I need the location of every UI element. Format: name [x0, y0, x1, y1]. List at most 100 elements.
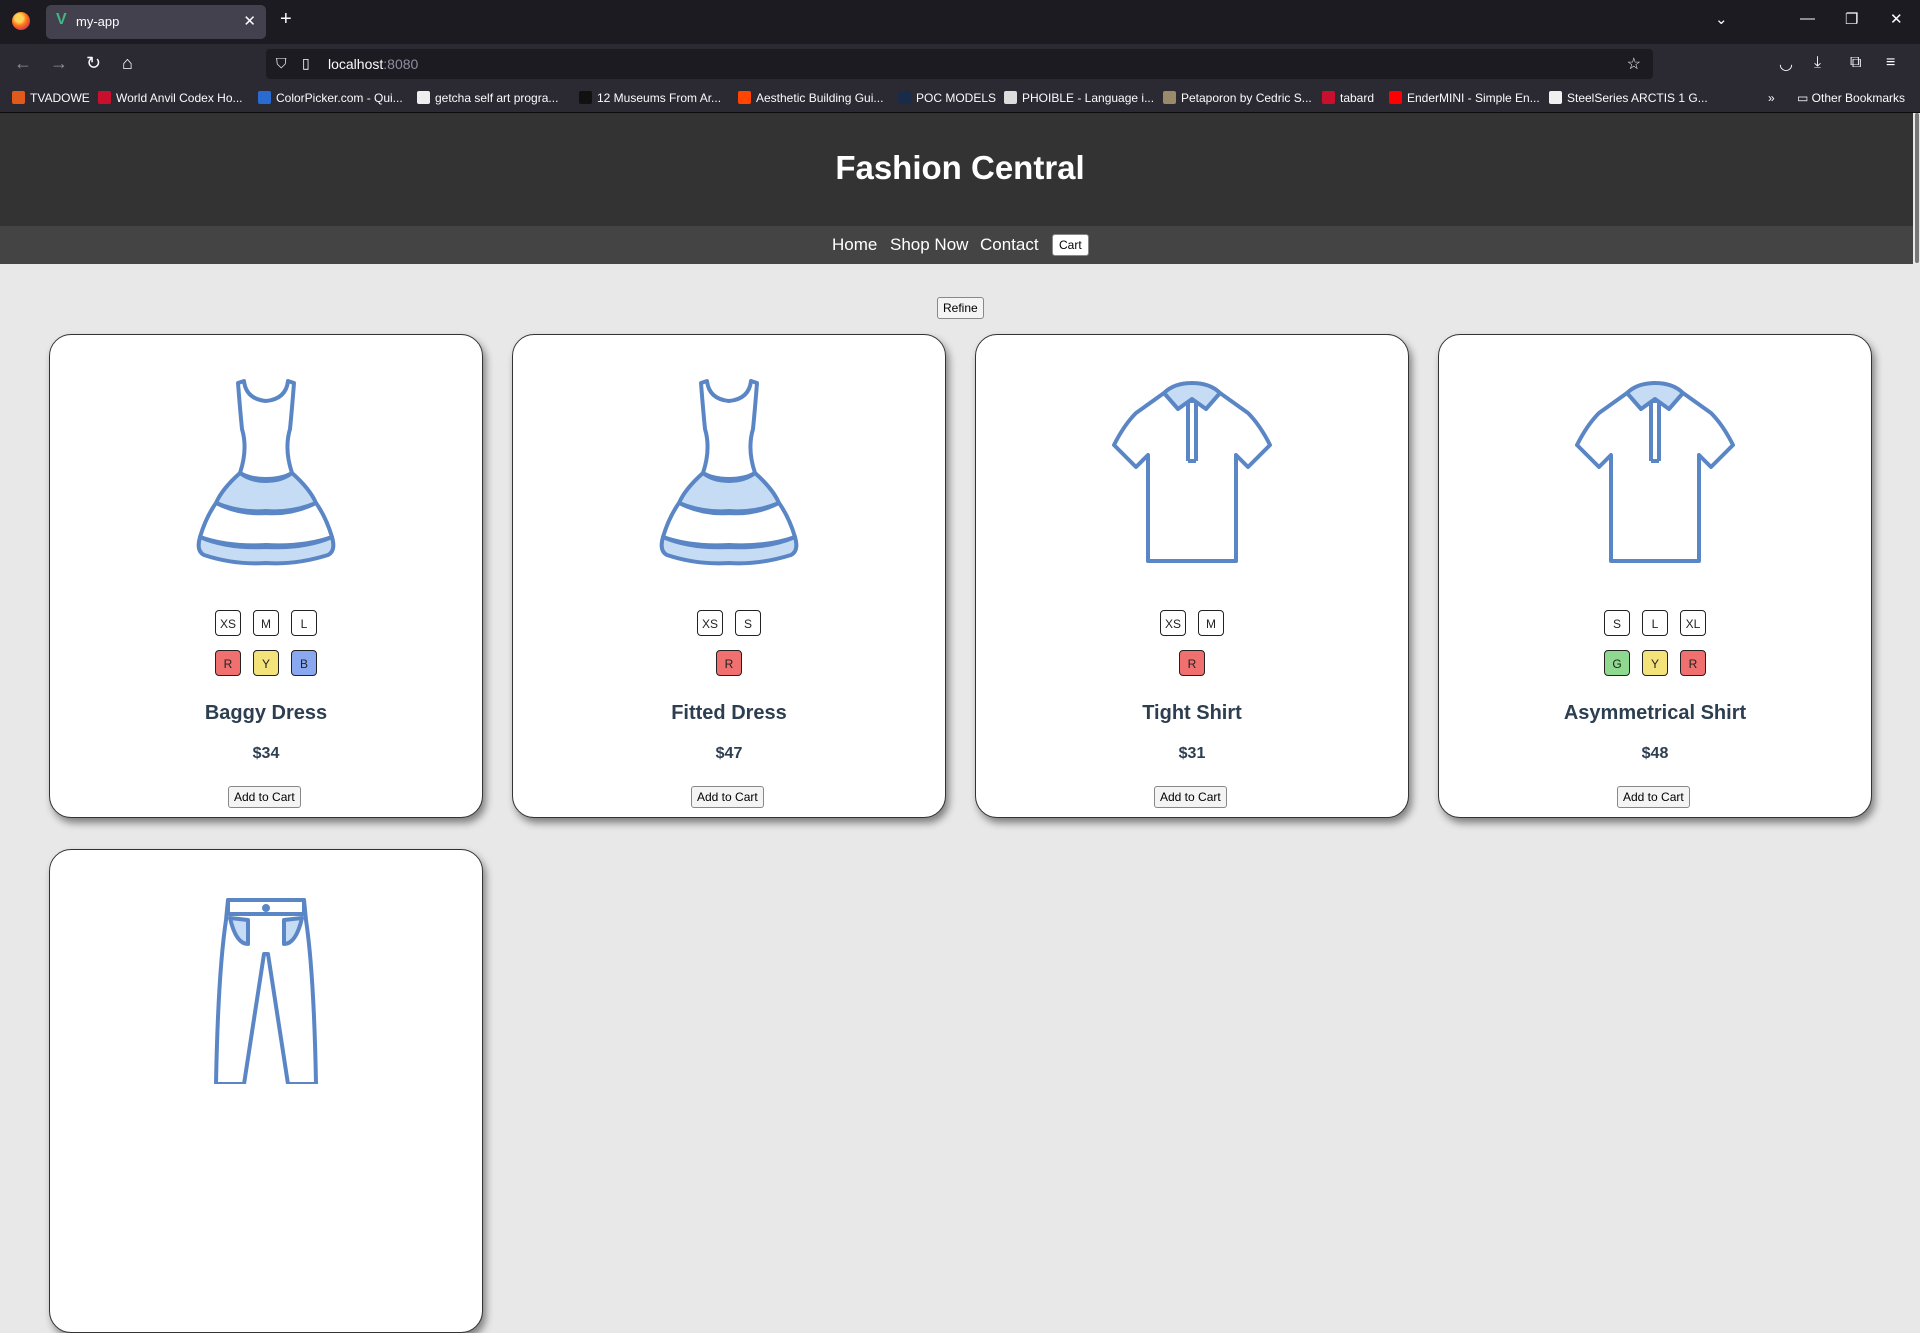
bookmark-favicon [12, 91, 25, 104]
bookmark-item[interactable]: getcha self art progra... [417, 91, 558, 105]
bookmark-item[interactable]: Petaporon by Cedric S... [1163, 91, 1312, 105]
color-chip[interactable]: R [716, 650, 742, 676]
product-price: $48 [1641, 745, 1669, 762]
site-title: Fashion Central [835, 149, 1085, 186]
color-options: R [976, 650, 1408, 676]
size-chip[interactable]: S [1604, 610, 1630, 636]
nav-shop-now[interactable]: Shop Now [890, 235, 968, 255]
color-chip[interactable]: Y [1642, 650, 1668, 676]
list-tabs-icon[interactable]: ⌄ [1715, 10, 1728, 28]
add-to-cart-button[interactable]: Add to Cart [1617, 786, 1690, 808]
bookmark-favicon [579, 91, 592, 104]
page-icon[interactable]: ▯ [302, 55, 310, 72]
pocket-icon[interactable]: ◡ [1779, 54, 1793, 74]
other-bookmarks[interactable]: ▭ Other Bookmarks [1797, 91, 1905, 105]
size-chip[interactable]: M [253, 610, 279, 636]
add-to-cart-button[interactable]: Add to Cart [691, 786, 764, 808]
url-text[interactable]: localhost:8080 [328, 56, 418, 72]
scrollbar[interactable] [1913, 113, 1920, 1040]
bookmark-favicon [98, 91, 111, 104]
firefox-icon[interactable] [12, 12, 30, 30]
extensions-icon[interactable]: ⧉ [1850, 54, 1861, 72]
bookmark-favicon [1549, 91, 1562, 104]
size-chip[interactable]: M [1198, 610, 1224, 636]
home-icon[interactable]: ⌂ [122, 53, 133, 74]
bookmark-favicon [258, 91, 271, 104]
more-bookmarks-icon[interactable]: » [1768, 91, 1775, 105]
bookmark-item[interactable]: TVADOWE [12, 91, 90, 105]
close-tab-icon[interactable]: ✕ [243, 12, 256, 30]
color-chip[interactable]: R [1179, 650, 1205, 676]
add-to-cart-button[interactable]: Add to Cart [1154, 786, 1227, 808]
browser-tab[interactable]: V my-app ✕ [46, 5, 266, 39]
nav-home[interactable]: Home [832, 235, 877, 255]
product-price: $31 [1178, 745, 1206, 762]
color-chip[interactable]: B [291, 650, 317, 676]
bookmark-item[interactable]: Aesthetic Building Gui... [738, 91, 883, 105]
color-chip[interactable]: Y [253, 650, 279, 676]
size-chip[interactable]: XS [215, 610, 241, 636]
back-icon[interactable]: ← [14, 53, 32, 74]
bookmark-favicon [1004, 91, 1017, 104]
size-chip[interactable]: XL [1680, 610, 1706, 636]
site-header: Fashion Central [0, 113, 1920, 226]
product-card: XS S R Fitted Dress $47 Add to Cart [512, 334, 946, 818]
size-chip[interactable]: L [291, 610, 317, 636]
bookmark-star-icon[interactable]: ☆ [1627, 54, 1641, 74]
color-chip[interactable]: R [1680, 650, 1706, 676]
reload-icon[interactable]: ↻ [86, 53, 101, 74]
product-name: Baggy Dress [204, 702, 328, 724]
bookmark-item[interactable]: ColorPicker.com - Qui... [258, 91, 403, 105]
nav-contact[interactable]: Contact [980, 235, 1039, 255]
bookmark-favicon [1389, 91, 1402, 104]
product-card: S L XL G Y R Asymmetrical Shirt $48 Add to Cart [1438, 334, 1872, 818]
bookmark-item[interactable]: POC MODELS [898, 91, 996, 105]
size-chip[interactable]: L [1642, 610, 1668, 636]
forward-icon[interactable]: → [50, 53, 68, 74]
color-options: RYB [50, 650, 482, 676]
color-options: GYR [1439, 650, 1871, 676]
tab-title: my-app [76, 14, 120, 29]
bookmarks-bar: TVADOWE World Anvil Codex Ho... ColorPic… [0, 84, 1920, 113]
size-chip[interactable]: XS [697, 610, 723, 636]
dress-icon [639, 369, 819, 569]
browser-tab-bar: V my-app ✕ + ⌄ — ❐ ✕ [0, 0, 1920, 44]
close-window-icon[interactable]: ✕ [1890, 10, 1903, 28]
product-name: Fitted Dress [671, 702, 787, 724]
add-to-cart-button[interactable]: Add to Cart [228, 786, 301, 808]
size-chip[interactable]: XS [1160, 610, 1186, 636]
bookmark-favicon [1163, 91, 1176, 104]
folder-icon: ▭ [1797, 91, 1812, 105]
pants-icon [176, 884, 356, 1086]
size-chip[interactable]: S [735, 610, 761, 636]
downloads-icon[interactable]: ⤓ [1814, 54, 1821, 72]
bookmark-item[interactable]: World Anvil Codex Ho... [98, 91, 243, 105]
restore-icon[interactable]: ❐ [1845, 10, 1858, 28]
shirt-icon [1565, 369, 1745, 569]
menu-icon[interactable]: ≡ [1886, 54, 1895, 72]
refine-button[interactable]: Refine [937, 297, 984, 319]
color-chip[interactable]: R [215, 650, 241, 676]
scrollbar-thumb[interactable] [1915, 113, 1919, 263]
size-options: XS M [976, 610, 1408, 636]
bookmark-item[interactable]: PHOIBLE - Language i... [1004, 91, 1154, 105]
bookmark-favicon [738, 91, 751, 104]
site-nav: Home Shop Now Contact Cart [0, 226, 1920, 264]
minimize-icon[interactable]: — [1800, 10, 1815, 27]
product-price: $47 [715, 745, 743, 762]
size-options: XS S [513, 610, 945, 636]
browser-toolbar: ← → ↻ ⌂ ⛉ ▯ localhost:8080 ☆ ◡ ⤓ ⧉ ≡ [0, 44, 1920, 84]
bookmark-item[interactable]: tabard [1322, 91, 1374, 105]
url-bar[interactable]: ⛉ ▯ localhost:8080 ☆ [266, 49, 1653, 79]
product-card: XS M R Tight Shirt $31 Add to Cart [975, 334, 1409, 818]
product-name: Asymmetrical Shirt [1563, 702, 1747, 724]
bookmark-item[interactable]: EnderMINI - Simple En... [1389, 91, 1540, 105]
new-tab-icon[interactable]: + [280, 8, 292, 31]
bookmark-favicon [417, 91, 430, 104]
color-chip[interactable]: G [1604, 650, 1630, 676]
bookmark-item[interactable]: SteelSeries ARCTIS 1 G... [1549, 91, 1708, 105]
bookmark-item[interactable]: 12 Museums From Ar... [579, 91, 721, 105]
cart-button[interactable]: Cart [1052, 234, 1089, 256]
shield-icon[interactable]: ⛉ [276, 55, 287, 72]
vue-icon: V [56, 11, 67, 28]
